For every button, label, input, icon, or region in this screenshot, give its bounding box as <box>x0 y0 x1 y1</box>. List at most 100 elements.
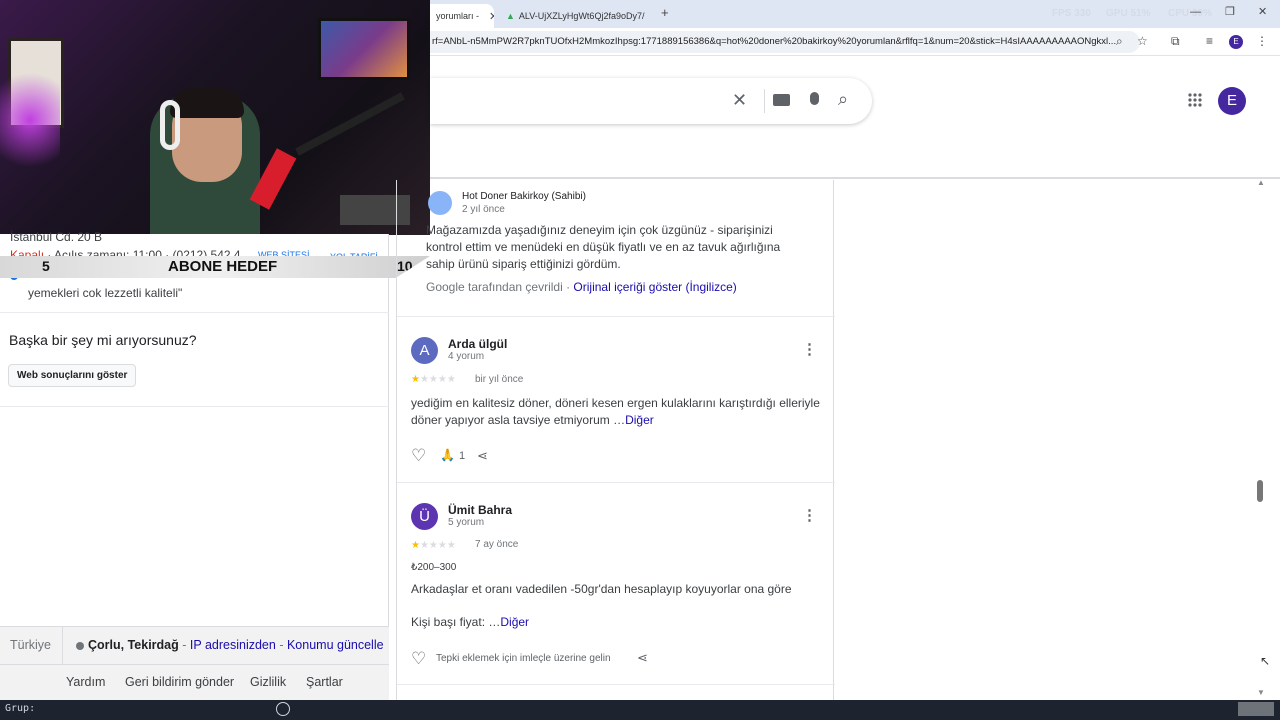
share-icon[interactable]: ⋖ <box>637 650 648 666</box>
tv-screen <box>318 18 410 80</box>
divider <box>397 316 835 317</box>
star-rating: ★★★★★ <box>411 540 456 551</box>
tab-label: ALV-UjXZLyHgWt6Qj2fa9oDy7/ <box>518 11 645 21</box>
more-options-icon[interactable]: ⋮ <box>802 340 817 358</box>
microphone-icon[interactable] <box>810 92 819 105</box>
owner-name: Hot Doner Bakirkoy (Sahibi) <box>462 191 586 202</box>
group-label: Grup: <box>5 703 36 714</box>
privacy-link[interactable]: Gizlilik <box>250 675 286 689</box>
other-search-heading: Başka bir şey mi arıyorsunuz? <box>9 332 197 348</box>
web-results-button[interactable]: Web sonuçlarını göster <box>8 364 137 387</box>
extensions-icon[interactable]: ⧉ <box>1171 34 1180 49</box>
menu-icon[interactable]: ⋮ <box>1256 34 1268 48</box>
tray-icon[interactable] <box>1238 702 1274 716</box>
reviews-list: Hot Doner Bakirkoy (Sahibi) 2 yıl önce M… <box>396 180 835 700</box>
share-icon[interactable]: ⋖ <box>477 448 488 464</box>
search-bar[interactable]: ✕ ⌕ <box>430 78 872 124</box>
divider <box>0 312 389 313</box>
pray-emoji-icon: 🙏 <box>440 448 455 462</box>
headphones <box>160 100 180 150</box>
reviewer-name[interactable]: Ümit Bahra <box>448 503 512 517</box>
header-divider <box>430 177 1280 179</box>
owner-reply-text: Mağazamızda yaşadığınız deneyim için çok… <box>426 223 781 271</box>
translation-note: Google tarafından çevrildi · Orijinal iç… <box>426 280 737 294</box>
close-icon[interactable]: ✕ <box>654 10 656 23</box>
address-bar[interactable]: rf=ANbL-n5MmPW2R7pknTUOfxH2MmkozIhpsg:17… <box>430 31 1140 53</box>
google-profile-avatar[interactable]: E <box>1218 87 1246 115</box>
goal-current: 5 <box>42 258 50 274</box>
keyboard-icon[interactable] <box>773 94 790 106</box>
review-text: Arkadaşlar et oranı vadedilen -50gr'dan … <box>411 582 792 596</box>
mic-arm <box>295 92 405 156</box>
divider <box>397 482 835 483</box>
left-panel: İstanbul Cd. 20 B Kapalı · Açılış zamanı… <box>0 230 389 700</box>
show-original-link[interactable]: Orijinal içeriği göster (İngilizce) <box>573 280 736 294</box>
webcam-overlay <box>0 0 430 235</box>
profile-avatar[interactable]: E <box>1229 35 1243 49</box>
person-hair <box>170 88 244 118</box>
reaction-hint: Tepki eklemek için imleçle üzerine gelin <box>436 653 611 664</box>
ip-address-link[interactable]: IP adresinizden <box>190 638 276 652</box>
review-quote: yemekleri cok lezzetli kaliteli" <box>28 286 183 300</box>
divider <box>62 627 63 665</box>
address-text: İstanbul Cd. 20 B <box>10 230 103 244</box>
close-icon[interactable]: ✕ <box>489 10 494 23</box>
search-icon[interactable]: ⌕ <box>838 89 848 110</box>
mouse-cursor-icon: ↖ <box>1260 654 1271 668</box>
zoom-icon[interactable]: ⌕ <box>1116 34 1123 49</box>
footer-links: Yardım Geri bildirim gönder Gizlilik Şar… <box>0 664 389 700</box>
like-heart-icon[interactable]: ♡ <box>411 649 426 669</box>
scroll-down-icon[interactable]: ▼ <box>1257 688 1265 697</box>
new-tab-button[interactable]: + <box>661 5 669 20</box>
footer-country: Türkiye <box>10 638 51 652</box>
review-text-price: Kişi başı fiyat: …Diğer <box>411 615 530 629</box>
reviewer-avatar[interactable]: Ü <box>411 503 438 530</box>
footer-location: Çorlu, Tekirdağ - IP adresinizden - Konu… <box>88 638 384 652</box>
review-text: yediğim en kalitesiz döner, döneri kesen… <box>411 396 820 427</box>
reviewer-name[interactable]: Arda ülgül <box>448 337 507 351</box>
like-heart-icon[interactable]: ♡ <box>411 446 426 466</box>
divider <box>764 89 768 113</box>
review-time: 7 ay önce <box>475 539 519 550</box>
reaction-count: 1 <box>459 450 466 462</box>
divider <box>397 684 835 685</box>
footer-location-bar: Türkiye Çorlu, Tekirdağ - IP adresinizde… <box>0 626 389 665</box>
review-time: bir yıl önce <box>475 374 524 385</box>
price-range: ₺200–300 <box>411 562 457 573</box>
reviewer-review-count: 5 yorum <box>448 517 485 528</box>
gpu-stat: GPU 51% <box>1106 8 1151 19</box>
restore-icon[interactable]: ❐ <box>1225 5 1235 18</box>
more-link[interactable]: Diğer <box>625 413 654 427</box>
more-options-icon[interactable]: ⋮ <box>802 506 817 524</box>
help-link[interactable]: Yardım <box>66 675 105 689</box>
star-rating: ★★★★★ <box>411 374 456 385</box>
browser-toolbar: rf=ANbL-n5MmPW2R7pknTUOfxH2MmkozIhpsg:17… <box>430 28 1280 56</box>
close-window-icon[interactable]: ✕ <box>1258 5 1267 18</box>
tab-inactive[interactable]: ▲ ALV-UjXZLyHgWt6Qj2fa9oDy7/ ✕ <box>500 4 656 28</box>
scroll-up-icon[interactable]: ▲ <box>1257 178 1265 187</box>
clear-icon[interactable]: ✕ <box>732 90 747 111</box>
reviewer-review-count: 4 yorum <box>448 351 485 362</box>
scrollbar-thumb[interactable] <box>1257 480 1263 502</box>
divider <box>0 406 389 407</box>
bookmark-star-icon[interactable]: ☆ <box>1137 34 1148 48</box>
owner-avatar <box>428 191 452 215</box>
update-location-link[interactable]: Konumu güncelle <box>287 638 384 652</box>
minimize-icon[interactable]: — <box>1190 6 1201 18</box>
subscriber-goal-bar: 5 ABONE HEDEF 10 <box>0 256 430 278</box>
fps-stat: FPS 330 <box>1052 8 1091 19</box>
apps-grid-icon[interactable] <box>1188 93 1202 107</box>
reviewer-avatar[interactable]: A <box>411 337 438 364</box>
tab-label: yorumları - <box>436 11 480 21</box>
drive-icon: ▲ <box>506 11 515 21</box>
goal-label: ABONE HEDEF <box>168 258 278 275</box>
terms-link[interactable]: Şartlar <box>306 675 343 689</box>
more-link[interactable]: Diğer <box>500 615 529 629</box>
tab-active[interactable]: yorumları - ✕ <box>430 4 494 28</box>
owner-reply-time: 2 yıl önce <box>462 204 505 215</box>
media-icon[interactable]: ≡ <box>1206 34 1213 48</box>
tab-strip: yorumları - ✕ ▲ ALV-UjXZLyHgWt6Qj2fa9oDy… <box>430 0 1280 28</box>
app-icon[interactable] <box>276 702 290 716</box>
feedback-link[interactable]: Geri bildirim gönder <box>125 675 234 689</box>
location-dot-icon <box>76 642 84 650</box>
